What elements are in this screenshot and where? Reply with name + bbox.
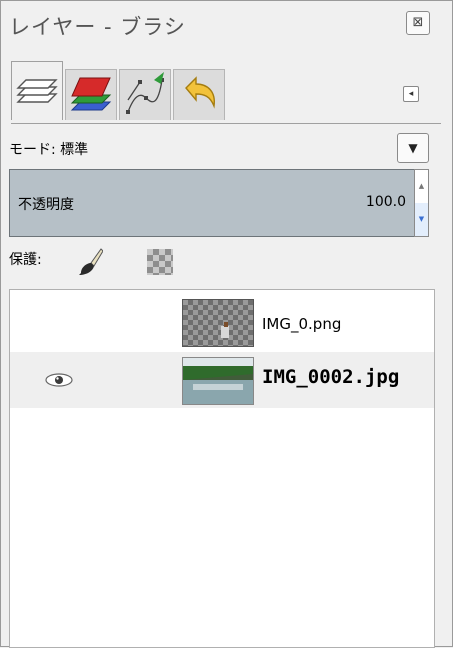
photo-thumbnail-icon: [183, 358, 253, 404]
undo-icon: [185, 76, 215, 109]
paintbrush-icon: [79, 248, 104, 275]
image-thumbnail-icon: [221, 322, 229, 338]
dialog-title: レイヤー - ブラシ: [9, 15, 186, 39]
close-button[interactable]: ⊠: [406, 11, 430, 35]
mode-dropdown[interactable]: ▼: [397, 133, 429, 163]
paths-icon: [126, 72, 164, 114]
eye-icon[interactable]: [44, 372, 74, 388]
tab-paths[interactable]: [119, 69, 171, 120]
lock-pixels-button[interactable]: [77, 247, 104, 277]
layer-name[interactable]: IMG_0.png: [262, 315, 341, 333]
tab-undo-history[interactable]: [173, 69, 225, 120]
opacity-spinner: ▲ ▼: [414, 169, 429, 237]
mode-label: モード: 標準: [9, 142, 89, 158]
spin-down-button[interactable]: ▼: [415, 203, 428, 236]
title-bar: レイヤー - ブラシ ⊠: [1, 1, 452, 49]
layer-list: IMG_0.png IMG_0002.jpg: [9, 289, 435, 648]
layers-dock-panel: レイヤー - ブラシ ⊠ ◂ モード: 標準 ▼ 不透明度 100.0 ▲ ▼ …: [0, 0, 453, 648]
panel-menu-icon[interactable]: ◂: [403, 86, 419, 102]
layer-name[interactable]: IMG_0002.jpg: [262, 366, 399, 388]
tab-divider: [11, 123, 441, 124]
layer-thumbnail: [182, 357, 254, 405]
layer-thumbnail: [182, 299, 254, 347]
tab-layers[interactable]: [11, 61, 63, 120]
layer-row-selected[interactable]: IMG_0002.jpg: [10, 352, 434, 408]
opacity-label: 不透明度: [18, 197, 74, 213]
spin-up-button[interactable]: ▲: [415, 170, 428, 203]
tab-bar: ◂: [11, 61, 441, 125]
channels-icon: [70, 77, 112, 111]
layers-icon: [16, 79, 58, 103]
lock-alpha-button[interactable]: [147, 249, 173, 275]
layer-row[interactable]: IMG_0.png: [10, 296, 434, 352]
opacity-slider[interactable]: 不透明度 100.0: [9, 169, 415, 237]
opacity-value: 100.0: [365, 194, 406, 210]
protect-label: 保護:: [9, 252, 42, 268]
tab-channels[interactable]: [65, 69, 117, 120]
